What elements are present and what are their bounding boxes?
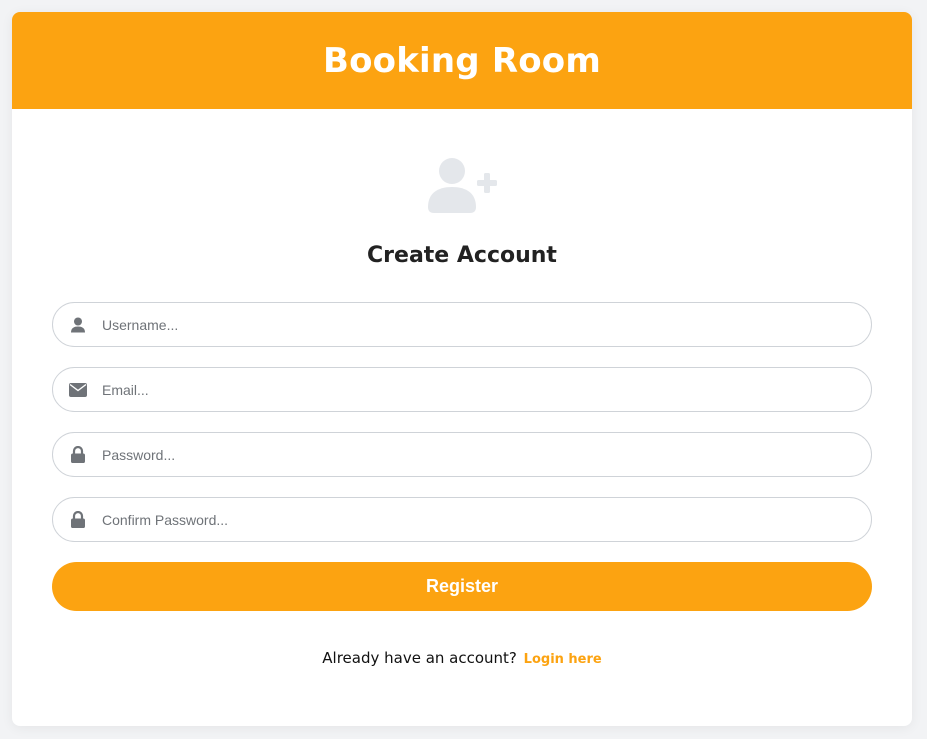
email-input[interactable] — [102, 368, 851, 411]
login-link[interactable]: Login here — [524, 652, 602, 667]
password-field[interactable] — [52, 432, 872, 477]
app-header: Booking Room — [12, 12, 912, 109]
lock-icon — [69, 446, 87, 464]
login-prompt: Already have an account? Login here — [12, 649, 912, 667]
login-prompt-text: Already have an account? — [322, 649, 517, 667]
confirm-password-input[interactable] — [102, 498, 851, 541]
user-icon — [69, 316, 87, 334]
register-button[interactable]: Register — [52, 562, 872, 611]
username-field[interactable] — [52, 302, 872, 347]
user-plus-icon — [428, 158, 497, 213]
form-heading: Create Account — [367, 243, 557, 268]
avatar — [12, 157, 912, 217]
lock-icon — [69, 511, 87, 529]
confirm-password-field[interactable] — [52, 497, 872, 542]
username-input[interactable] — [102, 303, 851, 346]
envelope-icon — [69, 381, 87, 399]
email-field[interactable] — [52, 367, 872, 412]
register-card: Booking Room Create Account Username... … — [12, 12, 912, 726]
app-title: Booking Room — [322, 40, 601, 81]
password-input[interactable] — [102, 433, 851, 476]
